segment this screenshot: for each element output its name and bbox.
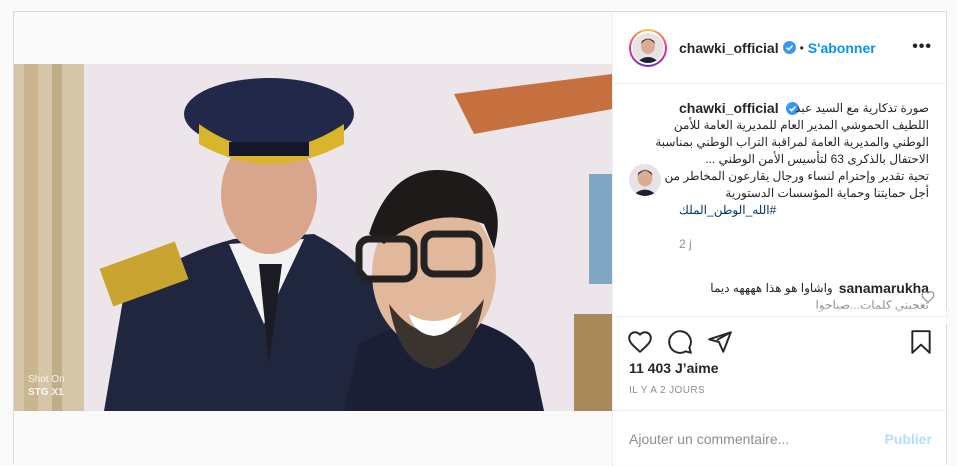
avatar[interactable]: [631, 30, 665, 65]
caption-line: اللطيف الحموشي المدير العام للمديرية الع…: [673, 118, 929, 132]
hashtag-row: #الله_الوطن_الملك: [679, 202, 929, 219]
watermark-line2: STG X1: [28, 387, 64, 398]
follow-button[interactable]: S'abonner: [808, 40, 876, 56]
comment-icon[interactable]: [667, 329, 693, 355]
separator-dot: •: [799, 40, 804, 55]
caption-username[interactable]: chawki_official: [679, 100, 779, 116]
publish-button[interactable]: Publier: [885, 431, 932, 447]
comment-form: Publier: [613, 410, 948, 466]
post-media: Shot On STG X1: [14, 12, 612, 466]
bookmark-icon[interactable]: [908, 329, 934, 355]
comment-username[interactable]: sanamarukha: [839, 280, 929, 297]
post-sidebar: chawki_official • S'abonner ••• chawki_o…: [612, 12, 948, 466]
hashtag-link[interactable]: #الله_الوطن_الملك: [679, 203, 776, 217]
photo-illustration: Shot On STG X1: [14, 64, 612, 411]
post-header: chawki_official • S'abonner •••: [613, 12, 948, 84]
heart-icon[interactable]: [627, 329, 653, 355]
share-icon[interactable]: [707, 329, 733, 355]
more-options-icon[interactable]: •••: [912, 38, 932, 56]
story-ring[interactable]: [629, 28, 667, 67]
caption-line: أجل حمايتنا وحماية المؤسسات الدستورية: [725, 186, 929, 200]
comment-text: واشاوا هو هذا ههههه ديما: [710, 281, 833, 295]
caption-text: chawki_official صورة تذكارية مع السيد عب…: [655, 100, 929, 251]
caption-line: تحية تقدير وإحترام لنساء ورجال يقارعون ا…: [664, 169, 929, 183]
caption-line: الاحتفال بالذكرى 63 لتأسيس الأمن الوطني …: [705, 152, 929, 166]
instagram-post: Shot On STG X1 chawki_official • S'abonn…: [13, 11, 948, 466]
caption-time: 2 j: [679, 237, 692, 251]
header-username[interactable]: chawki_official: [679, 40, 779, 56]
caption-avatar[interactable]: [629, 164, 661, 196]
comment-input[interactable]: [629, 430, 885, 447]
caption-line: الوطني والمديرية العامة لمراقبة التراب ا…: [655, 135, 929, 149]
watermark-line1: Shot On: [28, 374, 65, 385]
action-bar: [613, 316, 948, 364]
likes-count[interactable]: 11 403 J’aime: [629, 360, 719, 376]
caption-block: chawki_official صورة تذكارية مع السيد عب…: [613, 100, 948, 251]
comment-like-heart-icon[interactable]: [921, 290, 935, 304]
post-photo[interactable]: Shot On STG X1: [14, 64, 612, 411]
post-time-ago[interactable]: IL Y A 2 JOURS: [629, 385, 705, 396]
verified-badge-icon: [782, 41, 796, 54]
